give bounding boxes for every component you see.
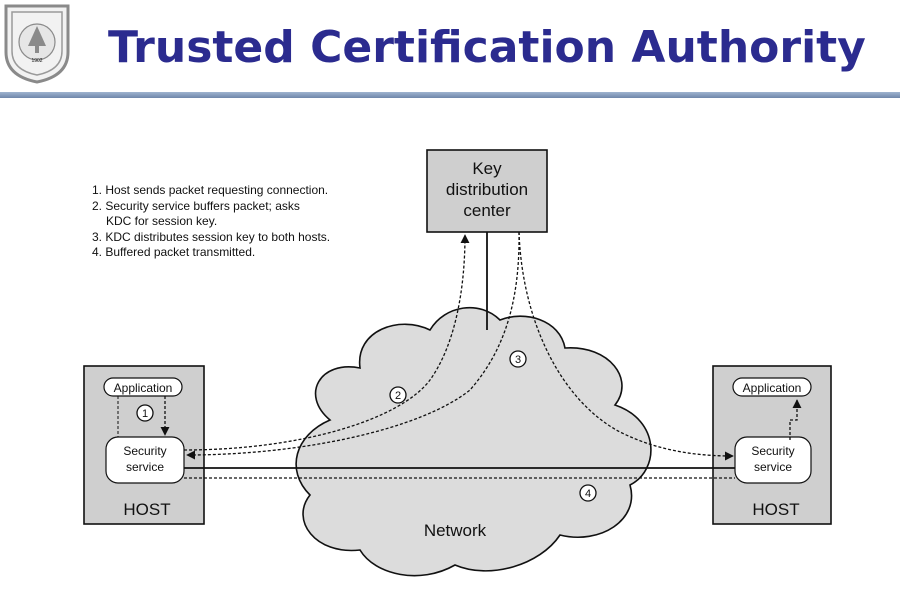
left-host-label: HOST [123,500,170,519]
step-marker-1-text: 1 [142,408,148,420]
step-marker-3-text: 3 [515,354,521,366]
right-security-label-line1: Security [751,444,794,458]
right-security-label-line2: service [754,460,792,474]
kdc-label-line2: distribution [446,180,528,199]
left-application-label: Application [114,381,173,395]
left-security-label-line2: service [126,460,164,474]
right-host-label: HOST [752,500,799,519]
kdc-diagram: Network Key distribution center Applicat… [83,149,832,577]
kdc-label-line1: Key [472,159,502,178]
right-application-label: Application [743,381,802,395]
step-marker-3: 3 [509,350,527,368]
step-marker-1: 1 [136,404,154,422]
kdc-label-line3: center [463,201,511,220]
step-marker-2: 2 [389,386,407,404]
network-label: Network [424,521,487,540]
step-marker-2-text: 2 [395,390,401,402]
left-security-label-line1: Security [123,444,166,458]
step-marker-4-text: 4 [585,488,591,500]
step-marker-4: 4 [579,484,597,502]
